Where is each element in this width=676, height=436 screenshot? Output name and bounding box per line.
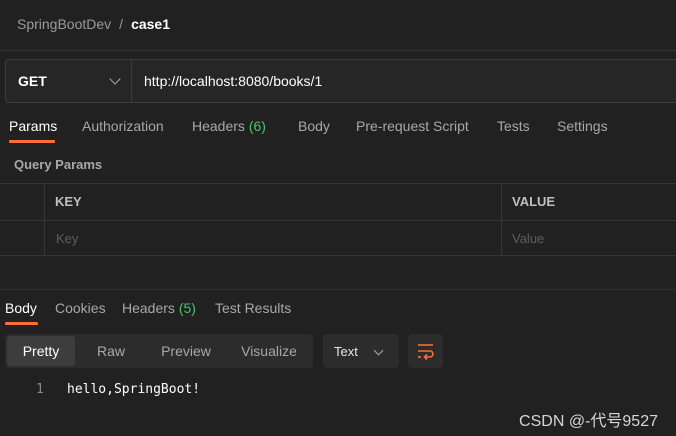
header-divider — [0, 50, 676, 51]
tab-tests-label: Tests — [497, 118, 530, 134]
response-tab-body-label: Body — [5, 300, 37, 316]
response-body-text: hello,SpringBoot! — [67, 382, 201, 397]
response-tabs: Body Cookies Headers (5) Test Results — [0, 300, 676, 325]
query-params-title: Query Params — [14, 157, 103, 172]
tab-settings[interactable]: Settings — [557, 118, 608, 134]
format-selector: Pretty Raw Preview Visualize — [5, 334, 313, 368]
value-input[interactable]: Value — [512, 231, 544, 246]
tab-settings-label: Settings — [557, 118, 608, 134]
response-type-label: Text — [334, 343, 358, 359]
chevron-down-icon — [373, 345, 384, 356]
tab-headers-label: Headers — [192, 118, 245, 134]
table-row: Key Value — [0, 220, 676, 256]
url-bar: GET — [5, 59, 676, 103]
active-tab-indicator — [9, 140, 55, 143]
table-header-row: KEY VALUE — [0, 184, 676, 220]
key-input[interactable]: Key — [56, 231, 78, 246]
tab-authorization[interactable]: Authorization — [82, 118, 164, 134]
format-preview-button[interactable]: Preview — [147, 336, 225, 366]
format-pretty-button[interactable]: Pretty — [7, 336, 75, 366]
response-type-select[interactable]: Text — [323, 334, 399, 368]
breadcrumb-separator: / — [119, 16, 124, 32]
tab-headers[interactable]: Headers (6) — [192, 118, 266, 134]
tab-params-label: Params — [9, 118, 58, 134]
request-tabs: Params Authorization Headers (6) Body Pr… — [0, 118, 676, 143]
method-label: GET — [18, 73, 47, 89]
method-select[interactable]: GET — [6, 60, 132, 102]
response-tab-cookies-label: Cookies — [55, 300, 106, 316]
tab-tests[interactable]: Tests — [497, 118, 530, 134]
key-column-header: KEY — [55, 194, 82, 209]
wrap-lines-button[interactable] — [408, 334, 443, 368]
tab-authorization-label: Authorization — [82, 118, 164, 134]
chevron-down-icon — [109, 73, 121, 85]
response-tab-headers-label: Headers — [122, 300, 175, 316]
breadcrumb-request[interactable]: case1 — [131, 16, 170, 32]
wrap-lines-icon — [418, 344, 434, 361]
response-tab-test-results-label: Test Results — [215, 300, 292, 316]
tab-body[interactable]: Body — [298, 118, 330, 134]
value-column-header: VALUE — [512, 194, 556, 209]
format-visualize-button[interactable]: Visualize — [227, 336, 311, 366]
response-divider — [0, 289, 676, 290]
tab-params[interactable]: Params — [9, 118, 57, 134]
url-input[interactable] — [132, 60, 676, 102]
tab-body-label: Body — [298, 118, 330, 134]
params-table: KEY VALUE Key Value — [0, 183, 676, 256]
watermark: CSDN @-代号9527 — [519, 413, 658, 430]
breadcrumb-workspace[interactable]: SpringBootDev — [17, 16, 111, 32]
line-number: 1 — [36, 382, 44, 397]
response-tab-cookies[interactable]: Cookies — [55, 300, 106, 316]
tab-headers-count: (6) — [248, 118, 266, 134]
tab-pre-request-script[interactable]: Pre-request Script — [356, 118, 469, 134]
response-tab-body[interactable]: Body — [5, 300, 37, 316]
format-raw-button[interactable]: Raw — [77, 336, 145, 366]
response-active-tab-indicator — [5, 322, 38, 325]
response-tab-headers[interactable]: Headers (5) — [122, 300, 196, 316]
response-tab-headers-count: (5) — [178, 300, 196, 316]
breadcrumb: SpringBootDev / case1 — [17, 14, 170, 34]
tab-pre-request-script-label: Pre-request Script — [356, 118, 469, 134]
response-tab-test-results[interactable]: Test Results — [215, 300, 291, 316]
